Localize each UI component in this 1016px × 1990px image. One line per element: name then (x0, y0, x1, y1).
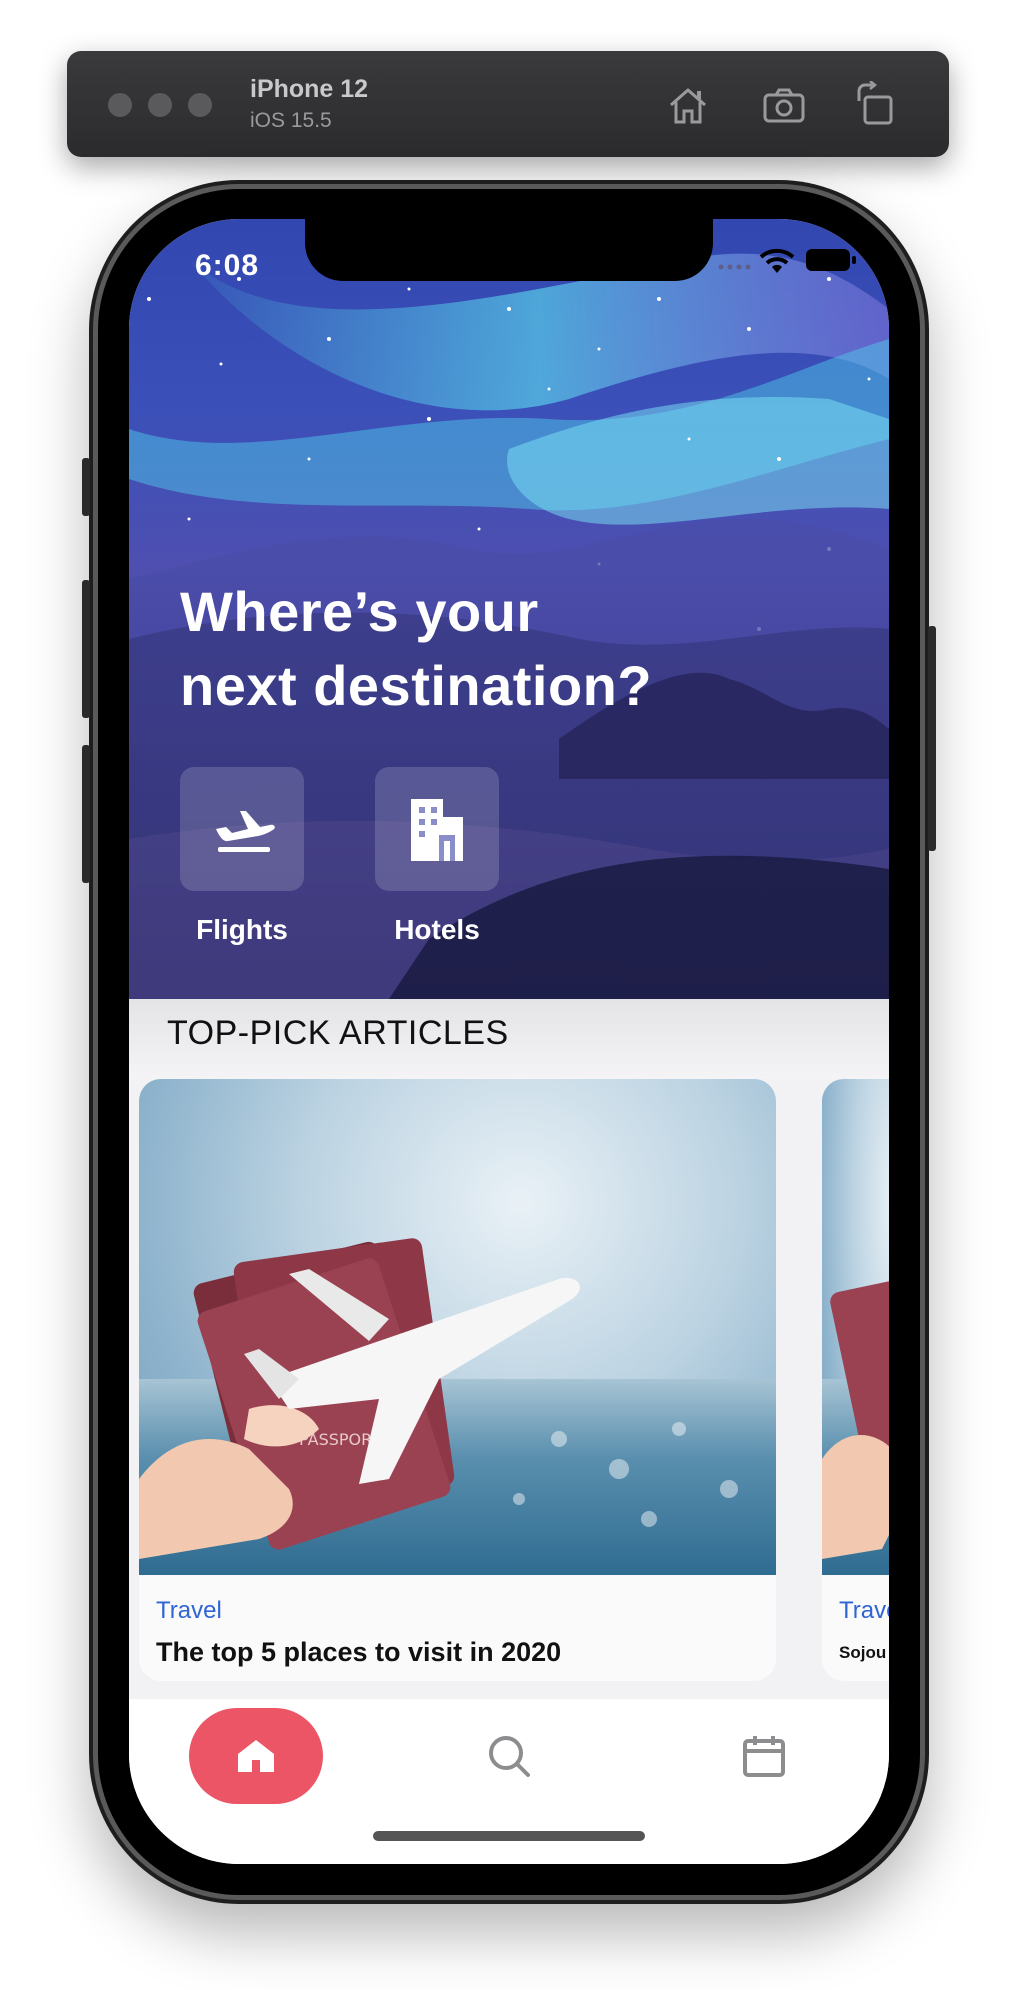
search-icon[interactable] (486, 1733, 532, 1779)
building-icon (411, 799, 463, 861)
wifi-icon (759, 248, 795, 273)
flights-button[interactable] (180, 767, 304, 891)
window-close-dot[interactable] (108, 93, 132, 117)
battery-icon (806, 249, 856, 271)
device-notch (305, 219, 713, 281)
article-category: Trave (839, 1597, 889, 1624)
calendar-icon[interactable] (741, 1733, 787, 1779)
article-title: The top 5 places to visit in 2020 (156, 1637, 562, 1667)
hero-headline: Where’s your next destination? (180, 575, 740, 723)
article-category: Travel (156, 1597, 222, 1624)
headline-line-2: next destination? (180, 654, 653, 717)
home-icon[interactable] (663, 81, 713, 131)
article-card[interactable]: PASSPORT Travel The top 5 places to visi… (139, 1079, 776, 1681)
headline-line-1: Where’s your (180, 580, 539, 643)
airplane-icon (216, 811, 275, 852)
volume-up-button (82, 580, 90, 718)
passport-airplane-photo (822, 1271, 889, 1559)
volume-down-button (82, 745, 90, 883)
hotels-button[interactable] (375, 767, 499, 891)
tab-home[interactable] (189, 1708, 323, 1804)
device-name: iPhone 12 (250, 75, 369, 103)
signal-icon (718, 264, 751, 270)
article-image: PASSPORT (139, 1079, 776, 1575)
flights-label: Flights (196, 914, 288, 945)
status-time: 6:08 (195, 249, 260, 282)
phone-screen: 6:08 Where’s your next destination? Flig… (129, 219, 889, 1864)
passport-airplane-photo: PASSPORT (139, 1238, 738, 1559)
hotels-label: Hotels (394, 914, 480, 945)
rotate-icon[interactable] (851, 81, 901, 131)
screenshot-icon[interactable] (759, 81, 809, 131)
power-button (928, 626, 936, 851)
window-minimize-dot[interactable] (148, 93, 172, 117)
mute-switch (82, 458, 90, 516)
article-card[interactable]: Trave Sojou (822, 1079, 889, 1681)
home-indicator[interactable] (373, 1831, 645, 1841)
section-title: TOP-PICK ARTICLES (167, 1014, 509, 1052)
window-zoom-dot[interactable] (188, 93, 212, 117)
simulator-toolbar: iPhone 12 iOS 15.5 (67, 51, 949, 157)
hero-banner: 6:08 Where’s your next destination? Flig… (129, 219, 889, 999)
house-icon (238, 1740, 274, 1772)
article-title: Sojou (839, 1643, 887, 1662)
os-version: iOS 15.5 (250, 109, 332, 132)
article-image (822, 1079, 889, 1575)
